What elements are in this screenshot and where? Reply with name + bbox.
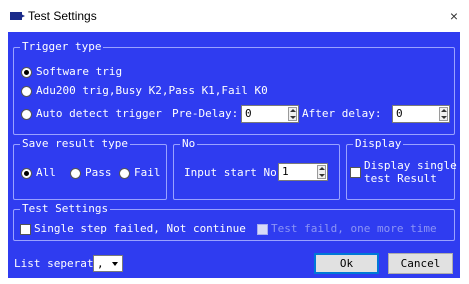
radio-auto-detect-circle[interactable]	[21, 108, 32, 120]
radio-adu200-trig[interactable]: Adu200 trig,Busy K2,Pass K1,Fail K0	[21, 84, 268, 98]
radio-pass[interactable]: Pass	[70, 166, 112, 180]
start-no-value: 1	[282, 165, 289, 178]
radio-fail-label: Fail	[134, 166, 161, 179]
after-delay-value: 0	[396, 107, 403, 120]
input-start-no-label: Input start No	[184, 166, 277, 179]
radio-fail-circle[interactable]	[119, 167, 130, 179]
ok-button[interactable]: Ok	[314, 253, 379, 274]
window-title: Test Settings	[28, 9, 97, 23]
after-delay-label: After delay:	[302, 107, 382, 120]
single-step-check-box[interactable]	[20, 223, 31, 235]
single-step-checkbox[interactable]: Single step failed, Not continue	[20, 222, 246, 236]
display-single-checkbox[interactable]: Display single test Result	[350, 159, 457, 185]
retry-check-box	[257, 223, 268, 235]
cancel-button[interactable]: Cancel	[388, 253, 453, 274]
after-delay-spin-buttons[interactable]	[439, 107, 448, 121]
pre-delay-stepper[interactable]: 0	[241, 105, 299, 123]
single-step-label: Single step failed, Not continue	[34, 222, 246, 235]
pre-delay-value: 0	[245, 107, 252, 120]
start-no-stepper[interactable]: 1	[278, 163, 328, 181]
radio-all-label: All	[36, 166, 56, 179]
display-single-line2: test Result	[364, 172, 437, 185]
trigger-type-legend: Trigger type	[20, 40, 104, 54]
radio-auto-detect[interactable]: Auto detect trigger	[21, 107, 162, 121]
radio-pass-circle[interactable]	[70, 167, 81, 179]
start-no-spin-buttons[interactable]	[317, 165, 326, 179]
retry-checkbox: Test faild, one more time	[257, 222, 437, 236]
radio-auto-detect-label: Auto detect trigger	[36, 107, 162, 120]
display-single-line1: Display single	[364, 159, 457, 172]
test-settings-legend: Test Settings	[20, 202, 111, 216]
list-separator-value: ,	[97, 257, 104, 270]
display-single-text: Display single test Result	[364, 159, 457, 185]
radio-software-trig-circle[interactable]	[21, 66, 32, 78]
radio-pass-label: Pass	[85, 166, 112, 179]
radio-software-trig[interactable]: Software trig	[21, 65, 122, 79]
retry-label: Test faild, one more time	[271, 222, 437, 235]
display-legend: Display	[353, 137, 404, 151]
no-legend: No	[180, 137, 198, 151]
display-single-check-box[interactable]	[350, 167, 361, 178]
radio-adu200-trig-circle[interactable]	[21, 85, 32, 97]
save-result-legend: Save result type	[20, 137, 130, 151]
list-separator-dropdown[interactable]: ,	[93, 255, 123, 272]
radio-all[interactable]: All	[21, 166, 56, 180]
pre-delay-spin-buttons[interactable]	[288, 107, 297, 121]
app-icon	[10, 12, 25, 20]
after-delay-stepper[interactable]: 0	[392, 105, 450, 123]
radio-all-circle[interactable]	[21, 167, 32, 179]
dialog-client: Trigger type Software trig Adu200 trig,B…	[8, 32, 460, 278]
radio-fail[interactable]: Fail	[119, 166, 161, 180]
chevron-down-icon[interactable]	[112, 262, 118, 266]
radio-adu200-trig-label: Adu200 trig,Busy K2,Pass K1,Fail K0	[36, 84, 268, 97]
title-bar: Test Settings ×	[0, 0, 469, 32]
radio-software-trig-label: Software trig	[36, 65, 123, 78]
close-icon[interactable]: ×	[439, 0, 469, 32]
pre-delay-label: Pre-Delay:	[172, 107, 239, 120]
